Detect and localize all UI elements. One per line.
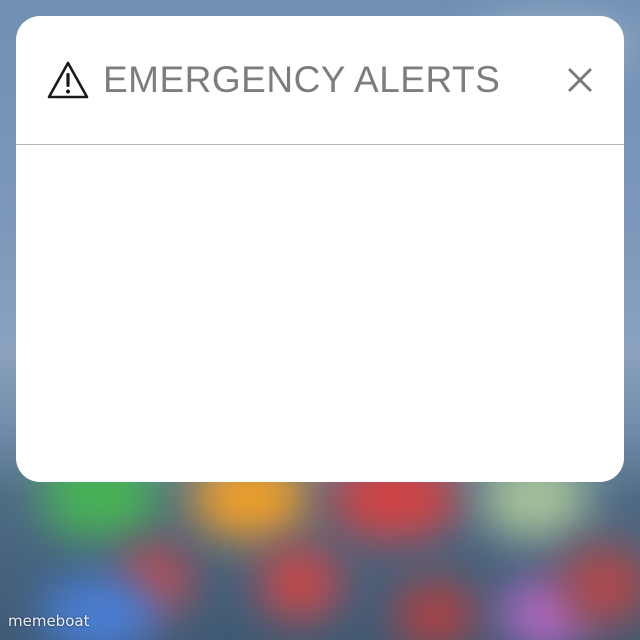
home-screen-background: EMERGENCY ALERTS memeboat <box>0 0 640 640</box>
emergency-alert-notification[interactable]: EMERGENCY ALERTS <box>16 16 624 482</box>
alert-header: EMERGENCY ALERTS <box>16 16 624 145</box>
watermark-text: memeboat <box>8 612 90 630</box>
blurred-app-icon <box>395 580 475 640</box>
warning-triangle-icon <box>47 61 89 99</box>
blurred-app-icon <box>260 545 340 620</box>
alert-title: EMERGENCY ALERTS <box>103 59 501 100</box>
close-icon[interactable] <box>562 62 598 98</box>
blurred-app-icon <box>560 545 640 625</box>
alert-body <box>16 145 624 482</box>
